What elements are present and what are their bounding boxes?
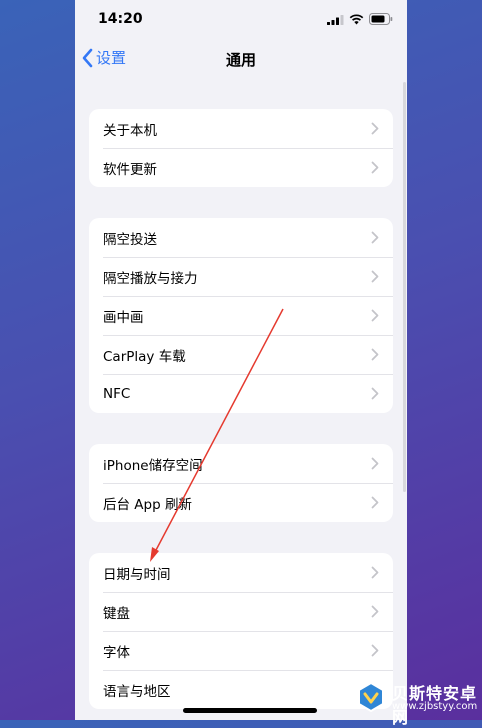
watermark-url: www.zjbstyy.com bbox=[392, 701, 478, 712]
battery-icon bbox=[369, 13, 393, 25]
settings-screen: 14:20 设置 通用 关于本机 软件更新 隔空投送 隔空播放与接力 画中画 C… bbox=[75, 0, 407, 720]
row-label: 隔空播放与接力 bbox=[103, 270, 198, 287]
chevron-right-icon bbox=[371, 387, 379, 400]
chevron-right-icon bbox=[371, 231, 379, 244]
row-label: 软件更新 bbox=[103, 161, 157, 178]
status-time: 14:20 bbox=[98, 11, 143, 27]
row-label: 隔空投送 bbox=[103, 231, 157, 248]
navigation-bar: 设置 通用 bbox=[75, 40, 407, 80]
row-label: 后台 App 刷新 bbox=[103, 496, 192, 513]
chevron-right-icon bbox=[371, 457, 379, 470]
row-date-time[interactable]: 日期与时间 bbox=[89, 553, 393, 592]
chevron-right-icon bbox=[371, 566, 379, 579]
row-label: iPhone储存空间 bbox=[103, 457, 203, 474]
scrollbar[interactable] bbox=[403, 82, 406, 492]
group-about: 关于本机 软件更新 bbox=[89, 109, 393, 187]
row-label: 画中画 bbox=[103, 309, 144, 326]
group-locale: 日期与时间 键盘 字体 语言与地区 bbox=[89, 553, 393, 709]
row-label: NFC bbox=[103, 385, 131, 402]
row-label: CarPlay 车载 bbox=[103, 348, 186, 365]
page-title: 通用 bbox=[225, 51, 256, 69]
chevron-right-icon bbox=[371, 161, 379, 174]
watermark: 贝斯特安卓网 www.zjbstyy.com bbox=[352, 676, 482, 727]
chevron-right-icon bbox=[371, 496, 379, 509]
row-about[interactable]: 关于本机 bbox=[89, 109, 393, 148]
row-language-region[interactable]: 语言与地区 bbox=[89, 670, 393, 709]
row-picture-in-picture[interactable]: 画中画 bbox=[89, 296, 393, 335]
row-label: 关于本机 bbox=[103, 122, 157, 139]
signal-icon bbox=[327, 14, 344, 25]
row-fonts[interactable]: 字体 bbox=[89, 631, 393, 670]
chevron-right-icon bbox=[371, 348, 379, 361]
row-keyboard[interactable]: 键盘 bbox=[89, 592, 393, 631]
group-storage: iPhone储存空间 后台 App 刷新 bbox=[89, 444, 393, 522]
row-carplay[interactable]: CarPlay 车载 bbox=[89, 335, 393, 374]
site-logo-icon bbox=[358, 681, 384, 713]
row-airplay-handoff[interactable]: 隔空播放与接力 bbox=[89, 257, 393, 296]
chevron-right-icon bbox=[371, 644, 379, 657]
row-label: 键盘 bbox=[103, 605, 130, 622]
row-airdrop[interactable]: 隔空投送 bbox=[89, 218, 393, 257]
status-icons bbox=[327, 13, 393, 25]
chevron-right-icon bbox=[371, 122, 379, 135]
group-connectivity: 隔空投送 隔空播放与接力 画中画 CarPlay 车载 NFC bbox=[89, 218, 393, 413]
row-nfc[interactable]: NFC bbox=[89, 374, 393, 413]
chevron-right-icon bbox=[371, 309, 379, 322]
row-iphone-storage[interactable]: iPhone储存空间 bbox=[89, 444, 393, 483]
row-label: 日期与时间 bbox=[103, 566, 171, 583]
row-label: 字体 bbox=[103, 644, 130, 661]
row-software-update[interactable]: 软件更新 bbox=[89, 148, 393, 187]
status-bar: 14:20 bbox=[75, 0, 407, 40]
chevron-right-icon bbox=[371, 270, 379, 283]
row-background-app-refresh[interactable]: 后台 App 刷新 bbox=[89, 483, 393, 522]
home-indicator[interactable] bbox=[183, 708, 317, 713]
chevron-right-icon bbox=[371, 605, 379, 618]
wifi-icon bbox=[349, 13, 364, 24]
row-label: 语言与地区 bbox=[103, 683, 171, 700]
